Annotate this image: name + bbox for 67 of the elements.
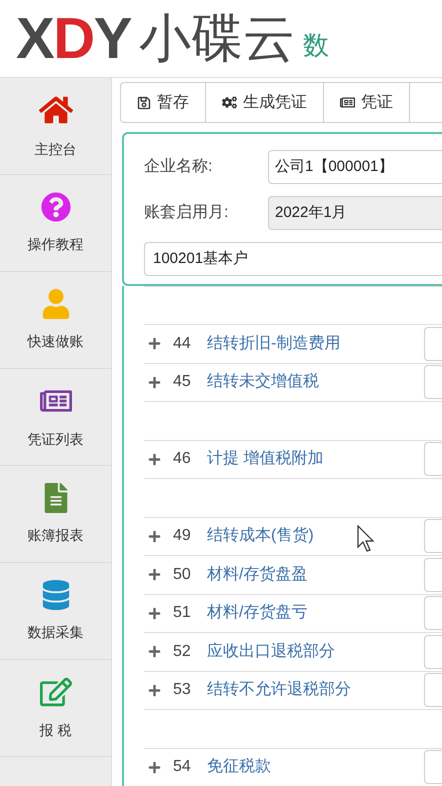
amount-field[interactable] bbox=[424, 365, 442, 400]
logo-letter: Y bbox=[94, 10, 131, 68]
gears-icon bbox=[222, 95, 237, 110]
amount-field[interactable] bbox=[424, 750, 442, 784]
sidebar-item[interactable]: 凭证列表 bbox=[0, 369, 111, 466]
expand-icon[interactable] bbox=[148, 760, 161, 774]
expand-icon[interactable] bbox=[148, 606, 161, 620]
row-link[interactable]: 结转未交增值税 bbox=[207, 370, 412, 394]
row-link[interactable]: 结转折旧-制造费用 bbox=[207, 332, 412, 356]
toolbar-button-label: 生成凭证 bbox=[243, 92, 307, 113]
expand-icon[interactable] bbox=[148, 452, 161, 466]
row-number: 51 bbox=[173, 603, 192, 624]
sidebar-item[interactable]: 账簿报表 bbox=[0, 466, 111, 563]
edit-icon bbox=[40, 676, 72, 708]
row-link[interactable]: 材料/存货盘亏 bbox=[207, 601, 412, 626]
amount-field[interactable] bbox=[424, 634, 442, 669]
company-label: 企业名称: bbox=[144, 156, 214, 178]
row-link[interactable]: 免征税款 bbox=[207, 755, 412, 780]
amount-field[interactable] bbox=[424, 442, 442, 476]
sidebar-item[interactable]: 操作教程 bbox=[0, 175, 111, 272]
sidebar-item[interactable]: 数据采集 bbox=[0, 563, 111, 660]
save-icon bbox=[137, 96, 151, 110]
toolbar-button-label: 暂存 bbox=[157, 92, 189, 113]
person-icon bbox=[40, 288, 70, 318]
amount-field[interactable] bbox=[424, 326, 442, 361]
amount-field[interactable] bbox=[424, 519, 442, 554]
row-link[interactable]: 计提 增值税附加 bbox=[207, 447, 412, 472]
toolbar-button[interactable]: 生成凭证 bbox=[206, 83, 324, 122]
expand-icon[interactable] bbox=[148, 337, 161, 350]
amount-field[interactable] bbox=[424, 558, 442, 592]
expand-icon[interactable] bbox=[148, 684, 161, 697]
row-number: 45 bbox=[173, 372, 192, 392]
account-field[interactable]: 100201基本户 bbox=[144, 242, 442, 276]
row-number: 44 bbox=[173, 334, 192, 354]
row-number: 50 bbox=[173, 564, 192, 585]
toolbar-button[interactable]: 暂存 bbox=[121, 83, 206, 122]
row-link[interactable]: 应收出口退税部分 bbox=[207, 640, 412, 664]
sidebar-item[interactable]: 主控台 bbox=[0, 78, 111, 175]
toolbar-button-label: 凭证 bbox=[361, 92, 393, 113]
cursor-icon bbox=[357, 525, 377, 553]
logo-letter: X bbox=[16, 10, 54, 68]
expand-icon[interactable] bbox=[148, 376, 161, 389]
logo-letter: D bbox=[53, 10, 94, 68]
row-link[interactable]: 结转不允许退税部分 bbox=[207, 678, 412, 702]
logo-tagline: 数 bbox=[302, 32, 329, 58]
database-icon bbox=[40, 580, 70, 610]
sidebar-item[interactable]: 快速做账 bbox=[0, 272, 111, 369]
amount-field[interactable] bbox=[424, 673, 442, 708]
row-number: 53 bbox=[173, 680, 192, 700]
help-icon bbox=[40, 192, 70, 222]
logo-name: 小碟云 bbox=[138, 12, 295, 64]
row-link[interactable]: 材料/存货盘盈 bbox=[207, 562, 412, 587]
toolbar-button[interactable]: 凭证 bbox=[324, 83, 410, 122]
expand-icon[interactable] bbox=[148, 568, 161, 582]
row-number: 52 bbox=[173, 642, 192, 662]
row-number: 54 bbox=[173, 757, 192, 778]
expand-icon[interactable] bbox=[148, 645, 161, 658]
expand-icon[interactable] bbox=[148, 530, 161, 543]
month-label: 账套启用月: bbox=[144, 202, 230, 224]
amount-field[interactable] bbox=[424, 596, 442, 630]
month-field[interactable]: 2022年1月 bbox=[268, 196, 442, 230]
row-number: 49 bbox=[173, 526, 192, 546]
row-number: 46 bbox=[173, 449, 192, 470]
newspaper-icon bbox=[340, 95, 355, 110]
company-field[interactable]: 公司1【000001】 bbox=[268, 150, 442, 184]
sidebar-item[interactable]: 报 税 bbox=[0, 660, 111, 757]
row-link[interactable]: 结转成本(售货) bbox=[207, 524, 412, 548]
